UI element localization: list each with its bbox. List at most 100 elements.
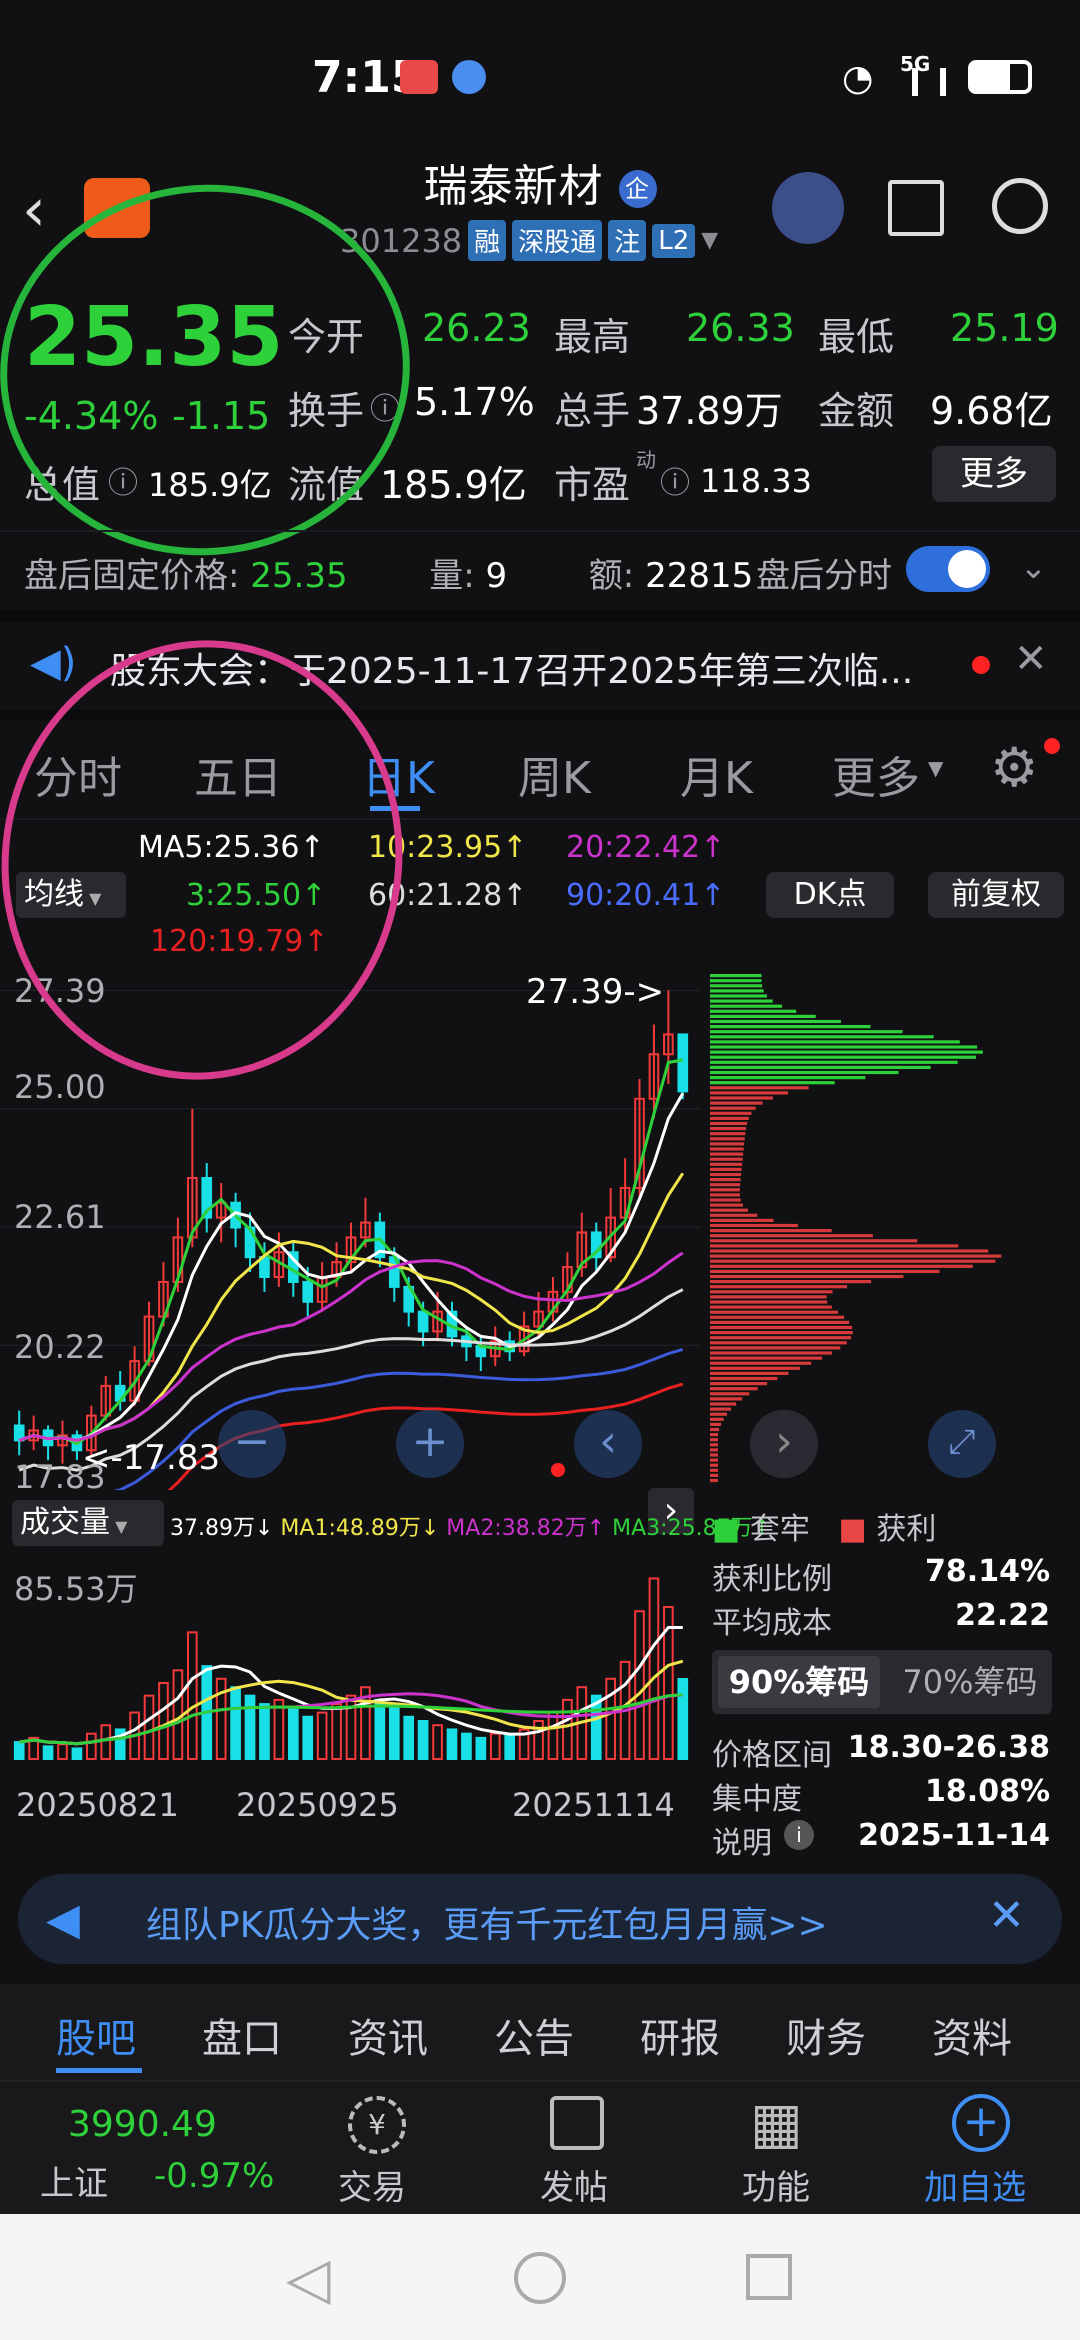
chip-bar <box>710 1397 743 1401</box>
chip-bar <box>710 1116 749 1120</box>
chip-bar <box>710 1351 832 1355</box>
volume-selector[interactable]: 成交量 ▼ <box>12 1500 164 1546</box>
pe-info-icon[interactable]: ⓘ <box>660 458 690 502</box>
chip-bar <box>710 1188 740 1192</box>
chip-bar <box>710 1132 746 1136</box>
chip-bar <box>710 1091 789 1095</box>
promo-close-icon[interactable]: ✕ <box>988 1890 1025 1941</box>
add-watchlist-label[interactable]: 加自选 <box>924 2160 1026 2209</box>
settings-gear-icon[interactable]: ⚙ <box>990 736 1038 799</box>
after-hours-toggle[interactable] <box>906 546 990 592</box>
volume-bar <box>504 1734 516 1760</box>
chip-fullscreen-button[interactable]: ⤢ <box>928 1410 996 1478</box>
chip-tab-90[interactable]: 90%筹码 <box>718 1656 880 1708</box>
volume-bar <box>186 1631 198 1760</box>
amount-label: 金额 <box>818 389 895 433</box>
chip-bar <box>710 1341 847 1345</box>
tab-more[interactable]: 更多 <box>832 742 920 806</box>
dropdown-icon[interactable]: ▼ <box>701 228 718 253</box>
nav-tab-finance[interactable]: 财务 <box>786 2006 866 2064</box>
notice-dot <box>972 656 990 674</box>
avg-cost-value: 22.22 <box>955 1598 1050 1633</box>
chip-bar <box>710 1300 828 1304</box>
volume-bar <box>446 1728 458 1760</box>
chip-bar <box>710 1014 816 1018</box>
trade-icon[interactable]: ¥ <box>348 2096 406 2154</box>
tab-more-caret: ▼ <box>928 756 944 780</box>
chip-bar <box>710 1264 973 1268</box>
nav-tab-underline <box>56 2068 142 2073</box>
chip-bar <box>710 1096 773 1100</box>
chip-bar <box>710 1366 800 1370</box>
collapse-chevron-icon[interactable]: ⌄ <box>1020 548 1047 586</box>
share-icon[interactable] <box>888 180 944 236</box>
chip-scroll-right-button[interactable]: › <box>750 1410 818 1478</box>
robot-avatar-icon[interactable] <box>772 172 844 244</box>
nav-tab-research[interactable]: 研报 <box>640 2006 720 2064</box>
scroll-left-button[interactable]: ‹ <box>574 1410 642 1478</box>
chip-bar <box>710 1178 741 1182</box>
chip-bar <box>710 1030 903 1034</box>
nav-back-icon[interactable]: ◁ <box>286 2244 331 2312</box>
chip-bar <box>710 1076 866 1080</box>
chip-bar <box>710 1167 742 1171</box>
volume-ma-line <box>18 1625 683 1746</box>
chip-bar <box>710 1025 871 1029</box>
nav-tab-profile[interactable]: 资料 <box>932 2006 1012 2064</box>
chip-bar <box>710 1387 758 1391</box>
volume-top-label: 85.53万 <box>14 1570 138 1608</box>
chip-date-value: 2025-11-14 <box>858 1818 1050 1853</box>
nav-tab-news[interactable]: 资讯 <box>348 2006 428 2064</box>
trade-label[interactable]: 交易 <box>338 2160 406 2209</box>
chip-bar <box>710 1443 718 1447</box>
post-icon[interactable] <box>550 2096 604 2150</box>
more-button[interactable]: 更多 <box>932 446 1056 502</box>
after-hours-row: 盘后固定价格: 25.35 量: 9 额: 22815 <box>24 548 753 597</box>
volume-bar <box>57 1743 68 1761</box>
chip-bar <box>710 1218 774 1222</box>
tag-margin: 融 <box>468 220 507 261</box>
zoom-in-button[interactable]: + <box>396 1410 464 1478</box>
nav-tab-guba[interactable]: 股吧 <box>56 2006 136 2064</box>
nav-tab-announcement[interactable]: 公告 <box>494 2006 574 2064</box>
volume-bar <box>143 1694 155 1761</box>
notification-icon <box>400 60 438 94</box>
pe-label: 市盈 <box>554 463 631 507</box>
search-icon[interactable] <box>992 178 1048 234</box>
notice-close-icon[interactable]: ✕ <box>1014 636 1048 682</box>
chip-bar <box>710 1045 978 1049</box>
high-marker-label: 27.39-> <box>526 972 665 1012</box>
post-label[interactable]: 发帖 <box>540 2160 608 2209</box>
nav-recents-icon[interactable] <box>746 2254 792 2300</box>
chip-bar <box>710 1310 839 1314</box>
add-watchlist-icon[interactable]: + <box>952 2094 1010 2152</box>
volume-bar <box>388 1707 400 1760</box>
chip-bar <box>710 1208 748 1212</box>
volume-bar <box>489 1732 501 1761</box>
promo-banner[interactable]: ◀ 组队PK瓜分大奖，更有千元红包月月赢>> ✕ <box>18 1874 1062 1964</box>
volume-selector-label: 成交量 <box>20 1505 110 1540</box>
chip-bar <box>710 1269 940 1273</box>
zoom-out-button[interactable]: − <box>218 1410 286 1478</box>
volume-bar <box>562 1698 573 1760</box>
volume-bar <box>287 1707 299 1760</box>
dk-point-button[interactable]: DK点 <box>766 872 894 918</box>
y-tick-3: 22.61 <box>14 1198 106 1236</box>
chip-bar <box>710 1356 823 1360</box>
chip-bar <box>710 1315 845 1319</box>
function-icon[interactable]: ▦ <box>750 2096 803 2152</box>
tab-weekly-k[interactable]: 周K <box>518 742 591 806</box>
chip-bar <box>710 1213 758 1217</box>
chip-tab-70[interactable]: 70%筹码 <box>890 1656 1050 1708</box>
chip-bar <box>710 1081 835 1085</box>
tab-monthly-k[interactable]: 月K <box>680 742 753 806</box>
chip-bar <box>710 1101 763 1105</box>
nav-tab-pankou[interactable]: 盘口 <box>202 2006 282 2064</box>
function-label[interactable]: 功能 <box>742 2160 810 2209</box>
nav-home-icon[interactable] <box>514 2252 566 2304</box>
index-value[interactable]: 3990.49 <box>68 2104 217 2145</box>
description-info-icon[interactable]: i <box>784 1820 814 1850</box>
chip-bar <box>710 1050 983 1054</box>
wifi-icon: ◔ <box>842 58 874 99</box>
adjust-button[interactable]: 前复权 <box>928 872 1064 918</box>
